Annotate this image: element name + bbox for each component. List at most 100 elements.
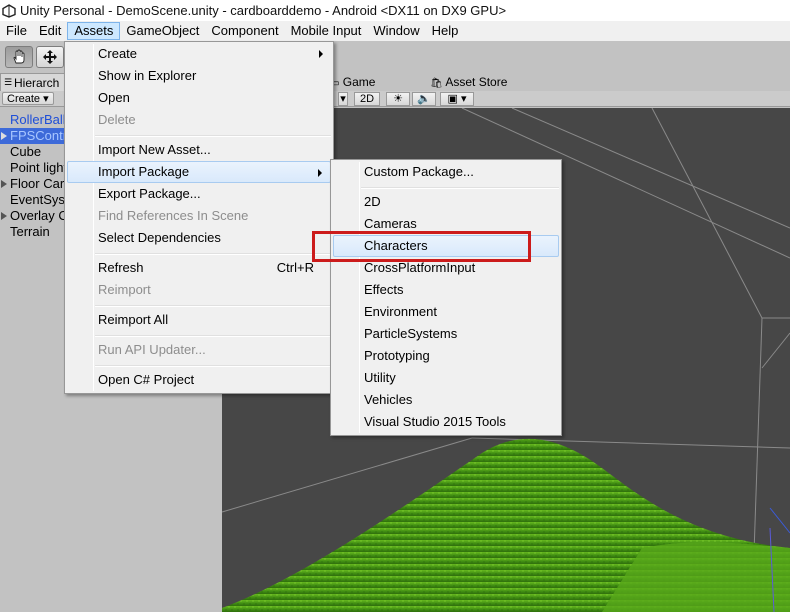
hand-icon [13,49,25,64]
highlight-annotation-box [312,231,531,262]
expand-arrow-icon[interactable] [1,132,7,140]
menu-edit[interactable]: Edit [33,22,67,40]
menu-item-label: Refresh [98,260,144,275]
menu-item-label: 2D [364,194,381,209]
tab-game-label: Game [342,75,376,89]
menu-assets[interactable]: Assets [67,22,121,40]
menu-separator [95,335,331,337]
menu-item-label: Environment [364,304,437,319]
menu-item-environment[interactable]: Environment [333,301,559,323]
hierarchy-create-button[interactable]: Create ▾ [2,92,54,105]
menu-window[interactable]: Window [367,22,425,40]
hierarchy-create-label: Create [7,93,41,105]
menu-item-open-csharp-project[interactable]: Open C# Project [67,369,331,391]
menu-separator [95,365,331,367]
menu-file[interactable]: File [0,22,33,40]
menu-item-reimport: Reimport [67,279,331,301]
move-tool-button[interactable] [36,46,64,68]
hierarchy-item-label: Floor Car [10,176,65,191]
menu-item-label: Show in Explorer [98,68,197,83]
assets-menu: Create Show in Explorer Open Delete Impo… [64,41,334,394]
menu-item-label: Utility [364,370,396,385]
expand-arrow-icon[interactable] [1,212,7,220]
menu-item-label: Select Dependencies [98,230,221,245]
hierarchy-item-label: FPSContr [10,128,68,143]
hierarchy-item-label: RollerBall [10,112,66,127]
menu-item-utility[interactable]: Utility [333,367,559,389]
move-arrows-icon [43,50,57,64]
menu-item-label: Effects [364,282,404,297]
window-title: Unity Personal - DemoScene.unity - cardb… [20,3,507,18]
menu-separator [95,253,331,255]
menu-item-particlesystems[interactable]: ParticleSystems [333,323,559,345]
menu-bar: File Edit Assets GameObject Component Mo… [0,21,790,41]
menu-item-shortcut: Ctrl+R [276,260,314,275]
menu-item-run-api-updater: Run API Updater... [67,339,331,361]
shopping-bag-icon: 🛍 [430,78,443,89]
menu-item-label: Delete [98,112,136,127]
menu-item-label: Cameras [364,216,417,231]
menu-separator [95,135,331,137]
menu-item-prototyping[interactable]: Prototyping [333,345,559,367]
menu-item-import-new-asset[interactable]: Import New Asset... [67,139,331,161]
menu-item-find-references: Find References In Scene [67,205,331,227]
hierarchy-tab-label: Hierarch [14,75,60,90]
hierarchy-icon: ☰ [4,77,13,87]
menu-item-import-package[interactable]: Import Package [67,161,331,183]
shading-mode-dropdown[interactable]: ▾ [338,92,348,106]
hierarchy-item-label: EventSys [10,192,65,207]
menu-item-vehicles[interactable]: Vehicles [333,389,559,411]
sun-icon: ☀ [393,93,403,105]
menu-item-create[interactable]: Create [67,43,331,65]
menu-separator [95,305,331,307]
menu-separator [361,187,559,189]
tab-game[interactable]: ▭ Game [330,75,375,89]
submenu-arrow-icon [319,50,323,58]
import-package-submenu: Custom Package... 2D Cameras Characters … [330,159,562,436]
menu-item-label: Open [98,90,130,105]
menu-item-refresh[interactable]: Refresh Ctrl+R [67,257,331,279]
menu-item-label: Run API Updater... [98,342,206,357]
submenu-arrow-icon [318,169,322,177]
menu-gameobject[interactable]: GameObject [120,22,205,40]
hierarchy-item-label: Point light [10,160,68,175]
menu-item-show-in-explorer[interactable]: Show in Explorer [67,65,331,87]
menu-help[interactable]: Help [426,22,465,40]
effects-dropdown[interactable]: ▣ ▾ [440,92,474,106]
menu-item-reimport-all[interactable]: Reimport All [67,309,331,331]
tab-asset-store-label: Asset Store [445,75,508,89]
menu-item-label: Open C# Project [98,372,195,387]
menu-item-open[interactable]: Open [67,87,331,109]
menu-item-export-package[interactable]: Export Package... [67,183,331,205]
title-bar: Unity Personal - DemoScene.unity - cardb… [0,0,790,21]
expand-arrow-icon[interactable] [1,180,7,188]
menu-item-visual-studio-tools[interactable]: Visual Studio 2015 Tools [333,411,559,433]
hand-tool-button[interactable] [5,46,33,68]
menu-item-label: Visual Studio 2015 Tools [364,414,506,429]
tab-asset-store[interactable]: 🛍 Asset Store [430,75,507,89]
menu-item-custom-package[interactable]: Custom Package... [333,161,559,183]
menu-mobile-input[interactable]: Mobile Input [285,22,368,40]
menu-item-label: Create [98,46,138,61]
menu-item-label: Vehicles [364,392,413,407]
menu-item-label: Import New Asset... [98,142,211,157]
menu-item-effects[interactable]: Effects [333,279,559,301]
2d-toggle-button[interactable]: 2D [354,92,380,106]
menu-item-label: Import Package [98,164,190,179]
menu-item-label: ParticleSystems [364,326,458,341]
speaker-icon: 🔈 [417,93,431,105]
hierarchy-item-label: Terrain [10,224,50,239]
menu-item-label: CrossPlatformInput [364,260,476,275]
menu-item-select-dependencies[interactable]: Select Dependencies [67,227,331,249]
lighting-toggle-button[interactable]: ☀ [386,92,410,106]
menu-item-label: Custom Package... [364,164,474,179]
menu-component[interactable]: Component [205,22,284,40]
menu-item-label: Reimport [98,282,151,297]
hierarchy-item-label: Overlay C [10,208,68,223]
menu-item-delete: Delete [67,109,331,131]
hierarchy-item-label: Cube [10,144,42,159]
menu-item-2d[interactable]: 2D [333,191,559,213]
audio-toggle-button[interactable]: 🔈 [412,92,436,106]
menu-item-label: Prototyping [364,348,430,363]
hierarchy-tab[interactable]: ☰ Hierarch [0,73,70,91]
